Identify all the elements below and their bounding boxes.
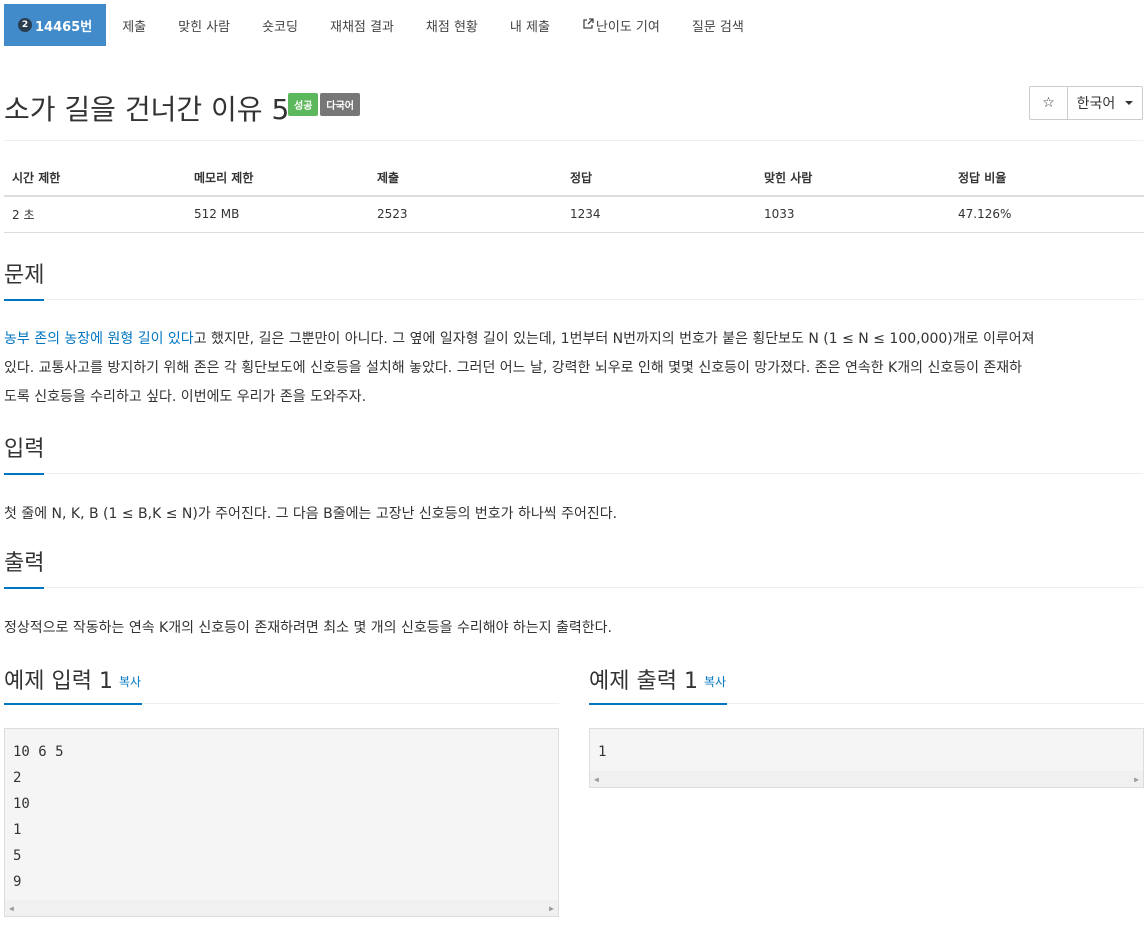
- tab-short-coding[interactable]: 숏코딩: [246, 4, 314, 46]
- tab-question-search[interactable]: 질문 검색: [676, 4, 760, 46]
- language-dropdown[interactable]: 한국어: [1067, 86, 1143, 120]
- sample-input-line: 2: [13, 770, 22, 786]
- tab-judge-status[interactable]: 채점 현황: [410, 4, 494, 46]
- sample-input-lines: 10 6 5 2 10 1 5 9: [5, 729, 558, 895]
- solved-badge: 성공: [288, 93, 319, 116]
- language-label: 한국어: [1076, 96, 1116, 112]
- problem-line-3: 도록 신호등을 수리하고 싶다. 이번에도 우리가 존을 도와주자.: [4, 389, 367, 405]
- problem-line-1: 고 했지만, 길은 그뿐만이 아니다. 그 옆에 일자형 길이 있는데, 1번부…: [193, 331, 1035, 347]
- horizontal-scrollbar[interactable]: ◀ ▶: [5, 900, 558, 916]
- title-row: 소가 길을 건너간 이유 5 성공 다국어 ☆ 한국어: [4, 82, 1143, 128]
- sample-input-title: 예제 입력 1: [4, 669, 113, 694]
- table-header-row: 시간 제한 메모리 제한 제출 정답 맞힌 사람 정답 비율: [4, 160, 1144, 197]
- sample-input-box[interactable]: 10 6 5 2 10 1 5 9 ◀ ▶: [4, 728, 559, 917]
- correct-value: 1234: [562, 196, 756, 233]
- tab-problem-label: 14465번: [35, 19, 93, 35]
- sample-output-title: 예제 출력 1: [589, 669, 698, 694]
- title-actions: ☆ 한국어: [1029, 86, 1143, 120]
- header-correct: 정답: [562, 160, 756, 197]
- original-problem-link[interactable]: 농부 존의 농장에 원형 길이 있다: [4, 331, 194, 347]
- output-description: 정상적으로 작동하는 연속 K개의 신호등이 존재하려면 최소 몇 개의 신호등…: [4, 620, 612, 636]
- solved-users-value: 1033: [756, 196, 950, 233]
- tab-rejudge-results[interactable]: 재채점 결과: [314, 4, 410, 46]
- sample-input-header: 예제 입력 1 복사: [4, 664, 559, 705]
- external-link-icon: [582, 17, 594, 33]
- title-badges: 성공 다국어: [288, 93, 361, 120]
- scroll-right-icon[interactable]: ▶: [1134, 775, 1139, 784]
- sample-input-line: 10: [13, 796, 30, 812]
- scroll-right-icon[interactable]: ▶: [549, 904, 554, 913]
- problem-nav: 2 14465번 제출 맞힌 사람 숏코딩 재채점 결과 채점 현황 내 제출 …: [4, 4, 760, 46]
- problem-heading: 문제: [4, 261, 45, 301]
- horizontal-scrollbar[interactable]: ◀ ▶: [590, 771, 1143, 787]
- tab-problem[interactable]: 2 14465번: [4, 4, 107, 46]
- sample-output-lines: 1: [590, 729, 1143, 765]
- table-row: 2 초 512 MB 2523 1234 1033 47.126%: [4, 196, 1144, 233]
- problem-info-table: 시간 제한 메모리 제한 제출 정답 맞힌 사람 정답 비율 2 초 512 M…: [4, 160, 1144, 233]
- memory-limit-value: 512 MB: [186, 196, 369, 233]
- sample-input-line: 9: [13, 874, 22, 890]
- star-icon: ☆: [1042, 95, 1055, 111]
- submissions-value: 2523: [369, 196, 562, 233]
- header-time-limit: 시간 제한: [4, 160, 186, 197]
- problem-line-2: 있다. 교통사고를 방지하기 위해 존은 각 횡단보도에 신호등을 설치해 놓았…: [4, 360, 1023, 376]
- accuracy-value: 47.126%: [950, 196, 1144, 233]
- sample-output-header: 예제 출력 1 복사: [589, 664, 1144, 705]
- sample-output-box[interactable]: 1 ◀ ▶: [589, 728, 1144, 788]
- scroll-left-icon[interactable]: ◀: [594, 775, 599, 784]
- header-submissions: 제출: [369, 160, 562, 197]
- tab-submit[interactable]: 제출: [106, 4, 162, 46]
- output-section-header: 출력: [4, 549, 1143, 589]
- sample-input-line: 5: [13, 848, 22, 864]
- multilang-badge: 다국어: [320, 93, 361, 116]
- sample-output-line: 1: [598, 744, 607, 760]
- sample-input-copy-button[interactable]: 복사: [119, 675, 141, 689]
- title-divider: [4, 140, 1143, 141]
- sample-output-heading: 예제 출력 1 복사: [589, 668, 728, 705]
- tab-solved-users[interactable]: 맞힌 사람: [162, 4, 246, 46]
- header-accuracy: 정답 비율: [950, 160, 1144, 197]
- time-limit-value: 2 초: [4, 196, 186, 233]
- tier-badge-icon: 2: [18, 18, 32, 32]
- sample-input-line: 1: [13, 822, 22, 838]
- output-heading: 출력: [4, 549, 45, 589]
- page-title: 소가 길을 건너간 이유 5: [4, 93, 290, 126]
- star-button[interactable]: ☆: [1029, 86, 1068, 120]
- problem-description: 농부 존의 농장에 원형 길이 있다고 했지만, 길은 그뿐만이 아니다. 그 …: [4, 325, 1146, 412]
- sample-output-copy-button[interactable]: 복사: [704, 675, 726, 689]
- header-solved-users: 맞힌 사람: [756, 160, 950, 197]
- sample-input-line: 10 6 5: [13, 744, 64, 760]
- caret-down-icon: [1125, 101, 1134, 105]
- problem-section-header: 문제: [4, 261, 1143, 301]
- tab-difficulty-contribution[interactable]: 난이도 기여: [566, 4, 676, 46]
- sample-input-heading: 예제 입력 1 복사: [4, 668, 143, 705]
- tab-difficulty-label: 난이도 기여: [595, 19, 660, 35]
- input-description: 첫 줄에 N, K, B (1 ≤ B,K ≤ N)가 주어진다. 그 다음 B…: [4, 506, 618, 522]
- tab-my-submissions[interactable]: 내 제출: [494, 4, 566, 46]
- scroll-left-icon[interactable]: ◀: [9, 904, 14, 913]
- input-section-header: 입력: [4, 435, 1143, 475]
- input-heading: 입력: [4, 435, 45, 475]
- header-memory-limit: 메모리 제한: [186, 160, 369, 197]
